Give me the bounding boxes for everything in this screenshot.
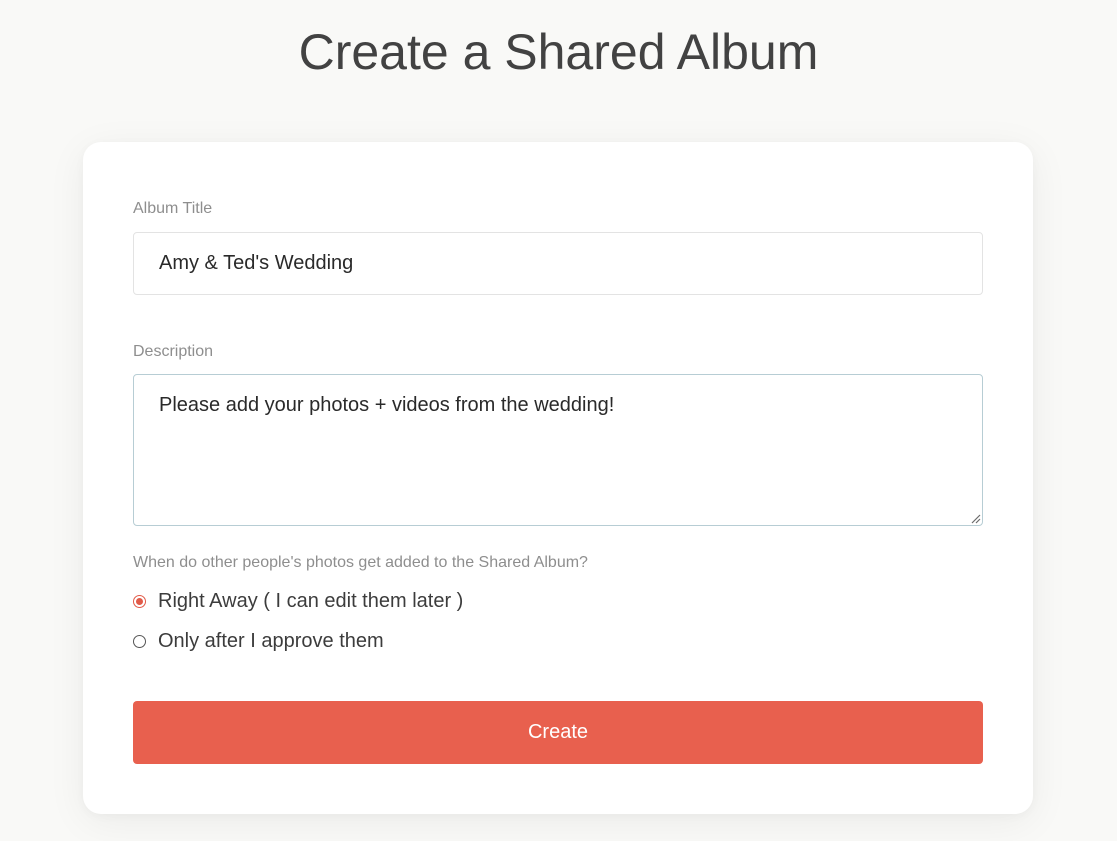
album-title-input[interactable] — [133, 232, 983, 295]
radio-option-label: Right Away ( I can edit them later ) — [158, 589, 464, 612]
radio-button[interactable] — [133, 634, 146, 648]
radio-option-label: Only after I approve them — [158, 629, 384, 652]
description-textarea[interactable]: Please add your photos + videos from the… — [133, 374, 983, 526]
resize-handle-icon[interactable] — [969, 512, 981, 524]
create-album-card: Album Title Description Please add your … — [83, 142, 1033, 814]
approval-question: When do other people's photos get added … — [133, 554, 588, 571]
album-title-label: Album Title — [133, 200, 213, 217]
radio-button-selected[interactable] — [133, 594, 146, 608]
create-button[interactable]: Create — [133, 701, 983, 764]
radio-option-after-approval[interactable]: Only after I approve them — [133, 629, 384, 653]
radio-option-right-away[interactable]: Right Away ( I can edit them later ) — [133, 589, 463, 613]
page-title: Create a Shared Album — [298, 24, 819, 80]
description-label: Description — [133, 343, 214, 360]
